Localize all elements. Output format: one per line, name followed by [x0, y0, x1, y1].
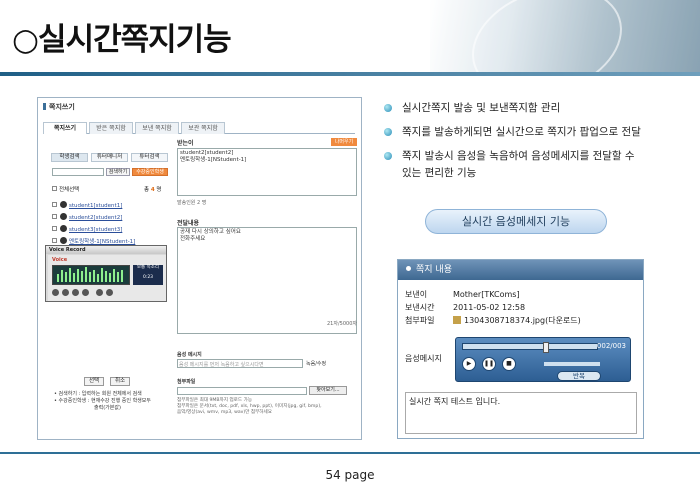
time-row: 보낸시간 2011-05-02 12:58: [405, 303, 526, 312]
voice-record-title: Voice Record: [46, 246, 166, 254]
content-label: 전달내용: [177, 220, 200, 227]
enrolled-students-button[interactable]: 수강중인학생: [132, 168, 168, 176]
voice-input[interactable]: 음성 메시지를 먼저 녹음하고 싶으시다면: [177, 359, 303, 368]
feature-list: 실시간쪽지 발송 및 보낸쪽지함 관리 쪽지를 발송하게되면 실시간으로 쪽지가…: [384, 100, 684, 182]
user-icon: [60, 201, 67, 208]
student-list: student1[student1] student2[student2] st…: [52, 201, 170, 249]
voice-label: 음성메시지: [405, 354, 442, 363]
recipient-box[interactable]: student2[student2] 멘토링학생-1[NStudent-1]: [177, 148, 357, 196]
attachment-label: 첨부파일: [177, 379, 196, 385]
popup-header: 쪽지 내용: [398, 260, 643, 280]
message-body: 실시간 쪽지 테스트 입니다.: [405, 392, 637, 434]
send-icon[interactable]: [106, 289, 113, 296]
feature-pill: 실시간 음성메세지 기능: [425, 209, 607, 234]
list-item[interactable]: student1[student1]: [52, 201, 170, 213]
bullet-item: 쪽지를 발송하게되면 실시간으로 쪽지가 팝업으로 전달: [384, 124, 684, 141]
message-compose-window: 쪽지쓰기 쪽지쓰기 받은 쪽지함 보낸 쪽지함 보관 쪽지함 학생검색 튜터매니…: [37, 97, 362, 440]
browse-button[interactable]: 찾아보기...: [309, 386, 347, 395]
attachment-input[interactable]: [177, 387, 307, 395]
slide: ○실시간쪽지기능 쪽지쓰기 쪽지쓰기 받은 쪽지함 보낸 쪽지함 보관 쪽지함 …: [0, 0, 700, 485]
seek-bar[interactable]: [462, 342, 598, 353]
voice-record-dialog: Voice Record Voice 보통 목소리 0:23: [45, 245, 167, 302]
footer-divider: [0, 452, 700, 454]
audio-player: 002/003 ▶ ❚❚ ■ 반복: [455, 337, 631, 382]
tab-compose[interactable]: 쪽지쓰기: [43, 122, 87, 134]
search-subtabs: 학생검색 튜터매니저 튜터검색: [51, 153, 169, 162]
content-textarea[interactable]: 공재 다시 상의하고 싶어요 전화주세요: [177, 227, 357, 334]
bullet-item: 쪽지 발송시 음성을 녹음하여 음성메세지를 전달할 수: [384, 148, 684, 165]
checkbox[interactable]: [52, 238, 57, 243]
sender-value: Mother[TKComs]: [453, 290, 520, 299]
select-all-checkbox[interactable]: 전체선택: [52, 185, 79, 193]
message-popup: 쪽지 내용 보낸이 Mother[TKComs] 보낸시간 2011-05-02 1…: [397, 259, 644, 439]
search-button[interactable]: 검색하기: [106, 168, 130, 176]
pause-icon[interactable]: ❚❚: [482, 357, 496, 371]
voice-side-panel: 보통 목소리 0:23: [133, 265, 163, 285]
play-icon[interactable]: [62, 289, 69, 296]
slide-title: ○실시간쪽지기능: [12, 22, 232, 58]
recipient-count: 발송인원 2 명: [177, 200, 207, 206]
time-value: 2011-05-02 12:58: [453, 303, 526, 312]
user-icon: [60, 213, 67, 220]
checkbox[interactable]: [52, 214, 57, 219]
header-divider: [0, 72, 700, 76]
list-item[interactable]: student3[student3]: [52, 225, 170, 237]
level-meter: [52, 265, 130, 285]
char-count: 21자/5000자: [327, 321, 357, 327]
stop-icon[interactable]: [82, 289, 89, 296]
result-count: 총 4 명: [144, 187, 162, 193]
bullet-item: 실시간쪽지 발송 및 보낸쪽지함 관리: [384, 100, 684, 117]
tab-inbox[interactable]: 받은 쪽지함: [89, 122, 133, 134]
player-time: 002/003: [596, 342, 626, 350]
voice-record-button[interactable]: 녹음/수정: [306, 360, 326, 367]
list-item[interactable]: student2[student2]: [52, 213, 170, 225]
select-all-label: 전체선택: [59, 187, 80, 193]
subtab-student[interactable]: 학생검색: [51, 153, 88, 162]
subtab-tutor-manager[interactable]: 튜터매니저: [91, 153, 128, 162]
search-help-text: • 검색하기 : 입력하는 회원 전체에서 검색 • 수강중인학생 : 현재수강…: [54, 391, 151, 411]
cancel-button[interactable]: 취소: [110, 377, 130, 386]
subtab-tutor[interactable]: 튜터검색: [131, 153, 168, 162]
clear-recipients-button[interactable]: 나머우기: [331, 138, 357, 146]
count-value: 4: [150, 187, 155, 193]
message-tabs: 쪽지쓰기 받은 쪽지함 보낸 쪽지함 보관 쪽지함: [43, 122, 355, 134]
repeat-button[interactable]: 반복: [557, 371, 601, 381]
voice-logo: Voice: [52, 257, 68, 263]
tab-sent[interactable]: 보낸 쪽지함: [135, 122, 179, 134]
search-input[interactable]: [52, 168, 104, 176]
attachment-help: 첨부파일은 최대 9MB까지 업로드 가능 첨부파일은 문서(txt, doc,…: [177, 398, 322, 415]
window-title: 쪽지쓰기: [43, 102, 75, 112]
recipient-label: 받는이: [177, 140, 194, 147]
page-number: 54 page: [325, 468, 375, 482]
user-icon: [60, 237, 67, 244]
pause-icon[interactable]: [72, 289, 79, 296]
voice-message-label: 음성 메시지: [177, 352, 202, 358]
record-icon[interactable]: [52, 289, 59, 296]
file-icon: [453, 316, 461, 324]
bullet-continuation: 있는 편리한 기능: [402, 167, 477, 179]
sender-row: 보낸이 Mother[TKComs]: [405, 290, 520, 299]
play-icon[interactable]: ▶: [462, 357, 476, 371]
checkbox[interactable]: [52, 202, 57, 207]
save-icon[interactable]: [96, 289, 103, 296]
volume-slider[interactable]: [544, 362, 600, 366]
checkbox[interactable]: [52, 226, 57, 231]
tab-archive[interactable]: 보관 쪽지함: [181, 122, 225, 134]
attachment-row: 첨부파일 1304308718374.jpg(다운로드): [405, 316, 581, 325]
user-icon: [60, 225, 67, 232]
stop-icon[interactable]: ■: [502, 357, 516, 371]
attachment-link[interactable]: 1304308718374.jpg(다운로드): [464, 316, 581, 325]
select-button[interactable]: 선택: [84, 377, 104, 386]
header-decoration: [430, 0, 700, 75]
